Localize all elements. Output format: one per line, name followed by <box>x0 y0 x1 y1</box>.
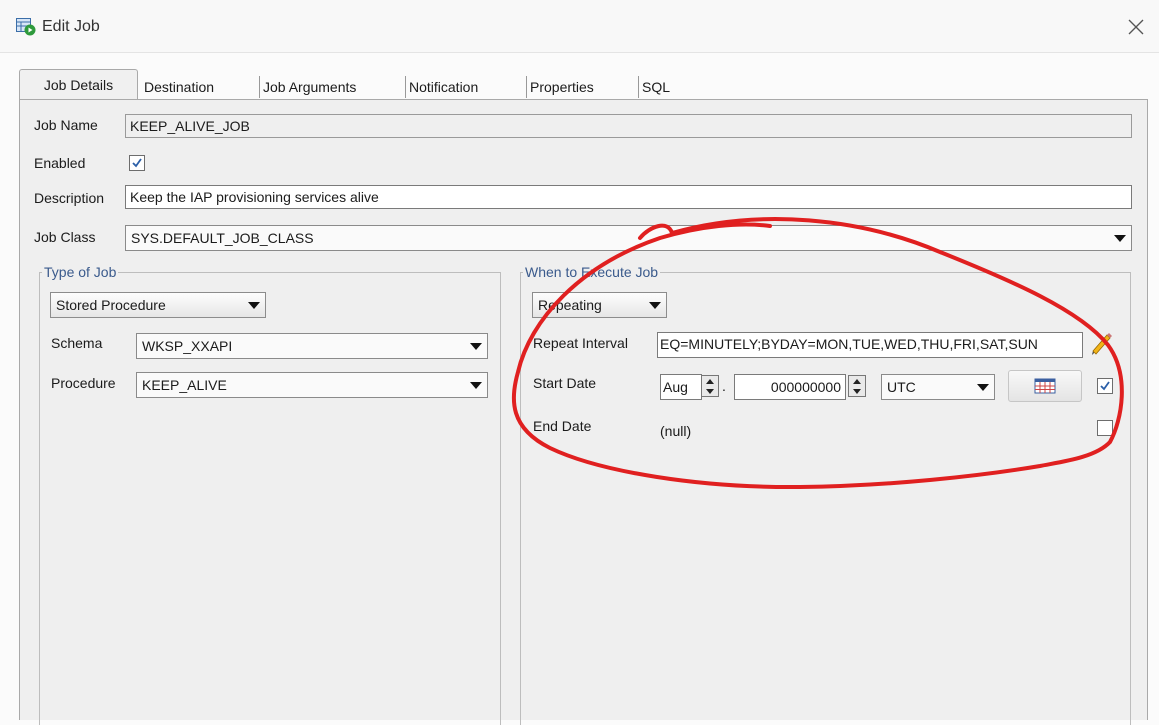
end-date-checkbox[interactable] <box>1097 420 1113 436</box>
tab-notification[interactable]: Notification <box>405 76 481 98</box>
end-date-value: (null) <box>660 423 692 439</box>
job-class-label: Job Class <box>34 229 96 245</box>
tab-job-details[interactable]: Job Details <box>19 69 138 100</box>
end-date-label: End Date <box>533 418 592 434</box>
edit-interval-button[interactable] <box>1088 331 1114 357</box>
schema-select[interactable]: WKSP_XXAPI <box>136 333 488 359</box>
type-of-job-legend: Type of Job <box>44 264 117 280</box>
dropdown-arrow-icon <box>470 382 482 389</box>
execution-mode-value: Repeating <box>538 297 602 313</box>
spin-up-icon <box>853 379 861 384</box>
repeat-interval-field[interactable]: EQ=MINUTELY;BYDAY=MON,TUE,WED,THU,FRI,SA… <box>657 332 1083 358</box>
procedure-value: KEEP_ALIVE <box>142 377 227 393</box>
title-bar <box>0 0 1159 53</box>
timezone-select[interactable]: UTC <box>881 374 995 400</box>
job-name-label: Job Name <box>34 117 98 133</box>
window-title: Edit Job <box>42 18 100 35</box>
spin-up-icon <box>706 379 714 384</box>
spin-down-icon <box>853 389 861 394</box>
nanos-spinner[interactable] <box>848 375 866 397</box>
enabled-checkbox[interactable] <box>129 155 145 171</box>
dropdown-arrow-icon <box>248 302 260 309</box>
description-field[interactable]: Keep the IAP provisioning services alive <box>125 185 1132 209</box>
job-class-select[interactable]: SYS.DEFAULT_JOB_CLASS <box>125 225 1132 251</box>
description-label: Description <box>34 190 105 206</box>
dropdown-arrow-icon <box>649 302 661 309</box>
spin-down-icon <box>706 389 714 394</box>
job-type-select[interactable]: Stored Procedure <box>50 292 266 318</box>
job-name-field[interactable]: KEEP_ALIVE_JOB <box>125 114 1132 138</box>
start-date-checkbox[interactable] <box>1097 378 1113 394</box>
calendar-icon <box>1034 378 1056 394</box>
close-button[interactable] <box>1124 15 1148 39</box>
when-to-execute-legend: When to Execute Job <box>525 264 659 280</box>
edit-job-icon <box>16 18 36 36</box>
month-spinner[interactable] <box>701 375 719 397</box>
tab-properties[interactable]: Properties <box>526 76 597 98</box>
calendar-button[interactable] <box>1008 370 1082 402</box>
start-month-field[interactable]: Aug <box>660 374 702 400</box>
job-class-value: SYS.DEFAULT_JOB_CLASS <box>131 230 314 246</box>
procedure-label: Procedure <box>51 375 116 391</box>
procedure-select[interactable]: KEEP_ALIVE <box>136 372 488 398</box>
close-icon <box>1128 19 1144 35</box>
checkmark-icon <box>132 158 142 168</box>
tab-destination[interactable]: Destination <box>141 76 217 98</box>
enabled-label: Enabled <box>34 155 86 171</box>
dropdown-arrow-icon <box>470 343 482 350</box>
checkmark-icon <box>1100 381 1110 391</box>
repeat-interval-label: Repeat Interval <box>533 335 628 351</box>
schema-label: Schema <box>51 335 103 351</box>
dropdown-arrow-icon <box>977 384 989 391</box>
timezone-value: UTC <box>887 379 916 395</box>
tab-job-arguments[interactable]: Job Arguments <box>259 76 359 98</box>
tab-sql[interactable]: SQL <box>638 76 673 98</box>
date-separator: . <box>722 378 726 394</box>
job-type-value: Stored Procedure <box>56 297 166 313</box>
start-nanos-field[interactable]: 000000000 <box>734 374 846 400</box>
start-date-label: Start Date <box>533 375 597 391</box>
pencil-icon <box>1092 333 1112 355</box>
dropdown-arrow-icon <box>1114 235 1126 242</box>
execution-mode-select[interactable]: Repeating <box>532 292 667 318</box>
schema-value: WKSP_XXAPI <box>142 338 233 354</box>
